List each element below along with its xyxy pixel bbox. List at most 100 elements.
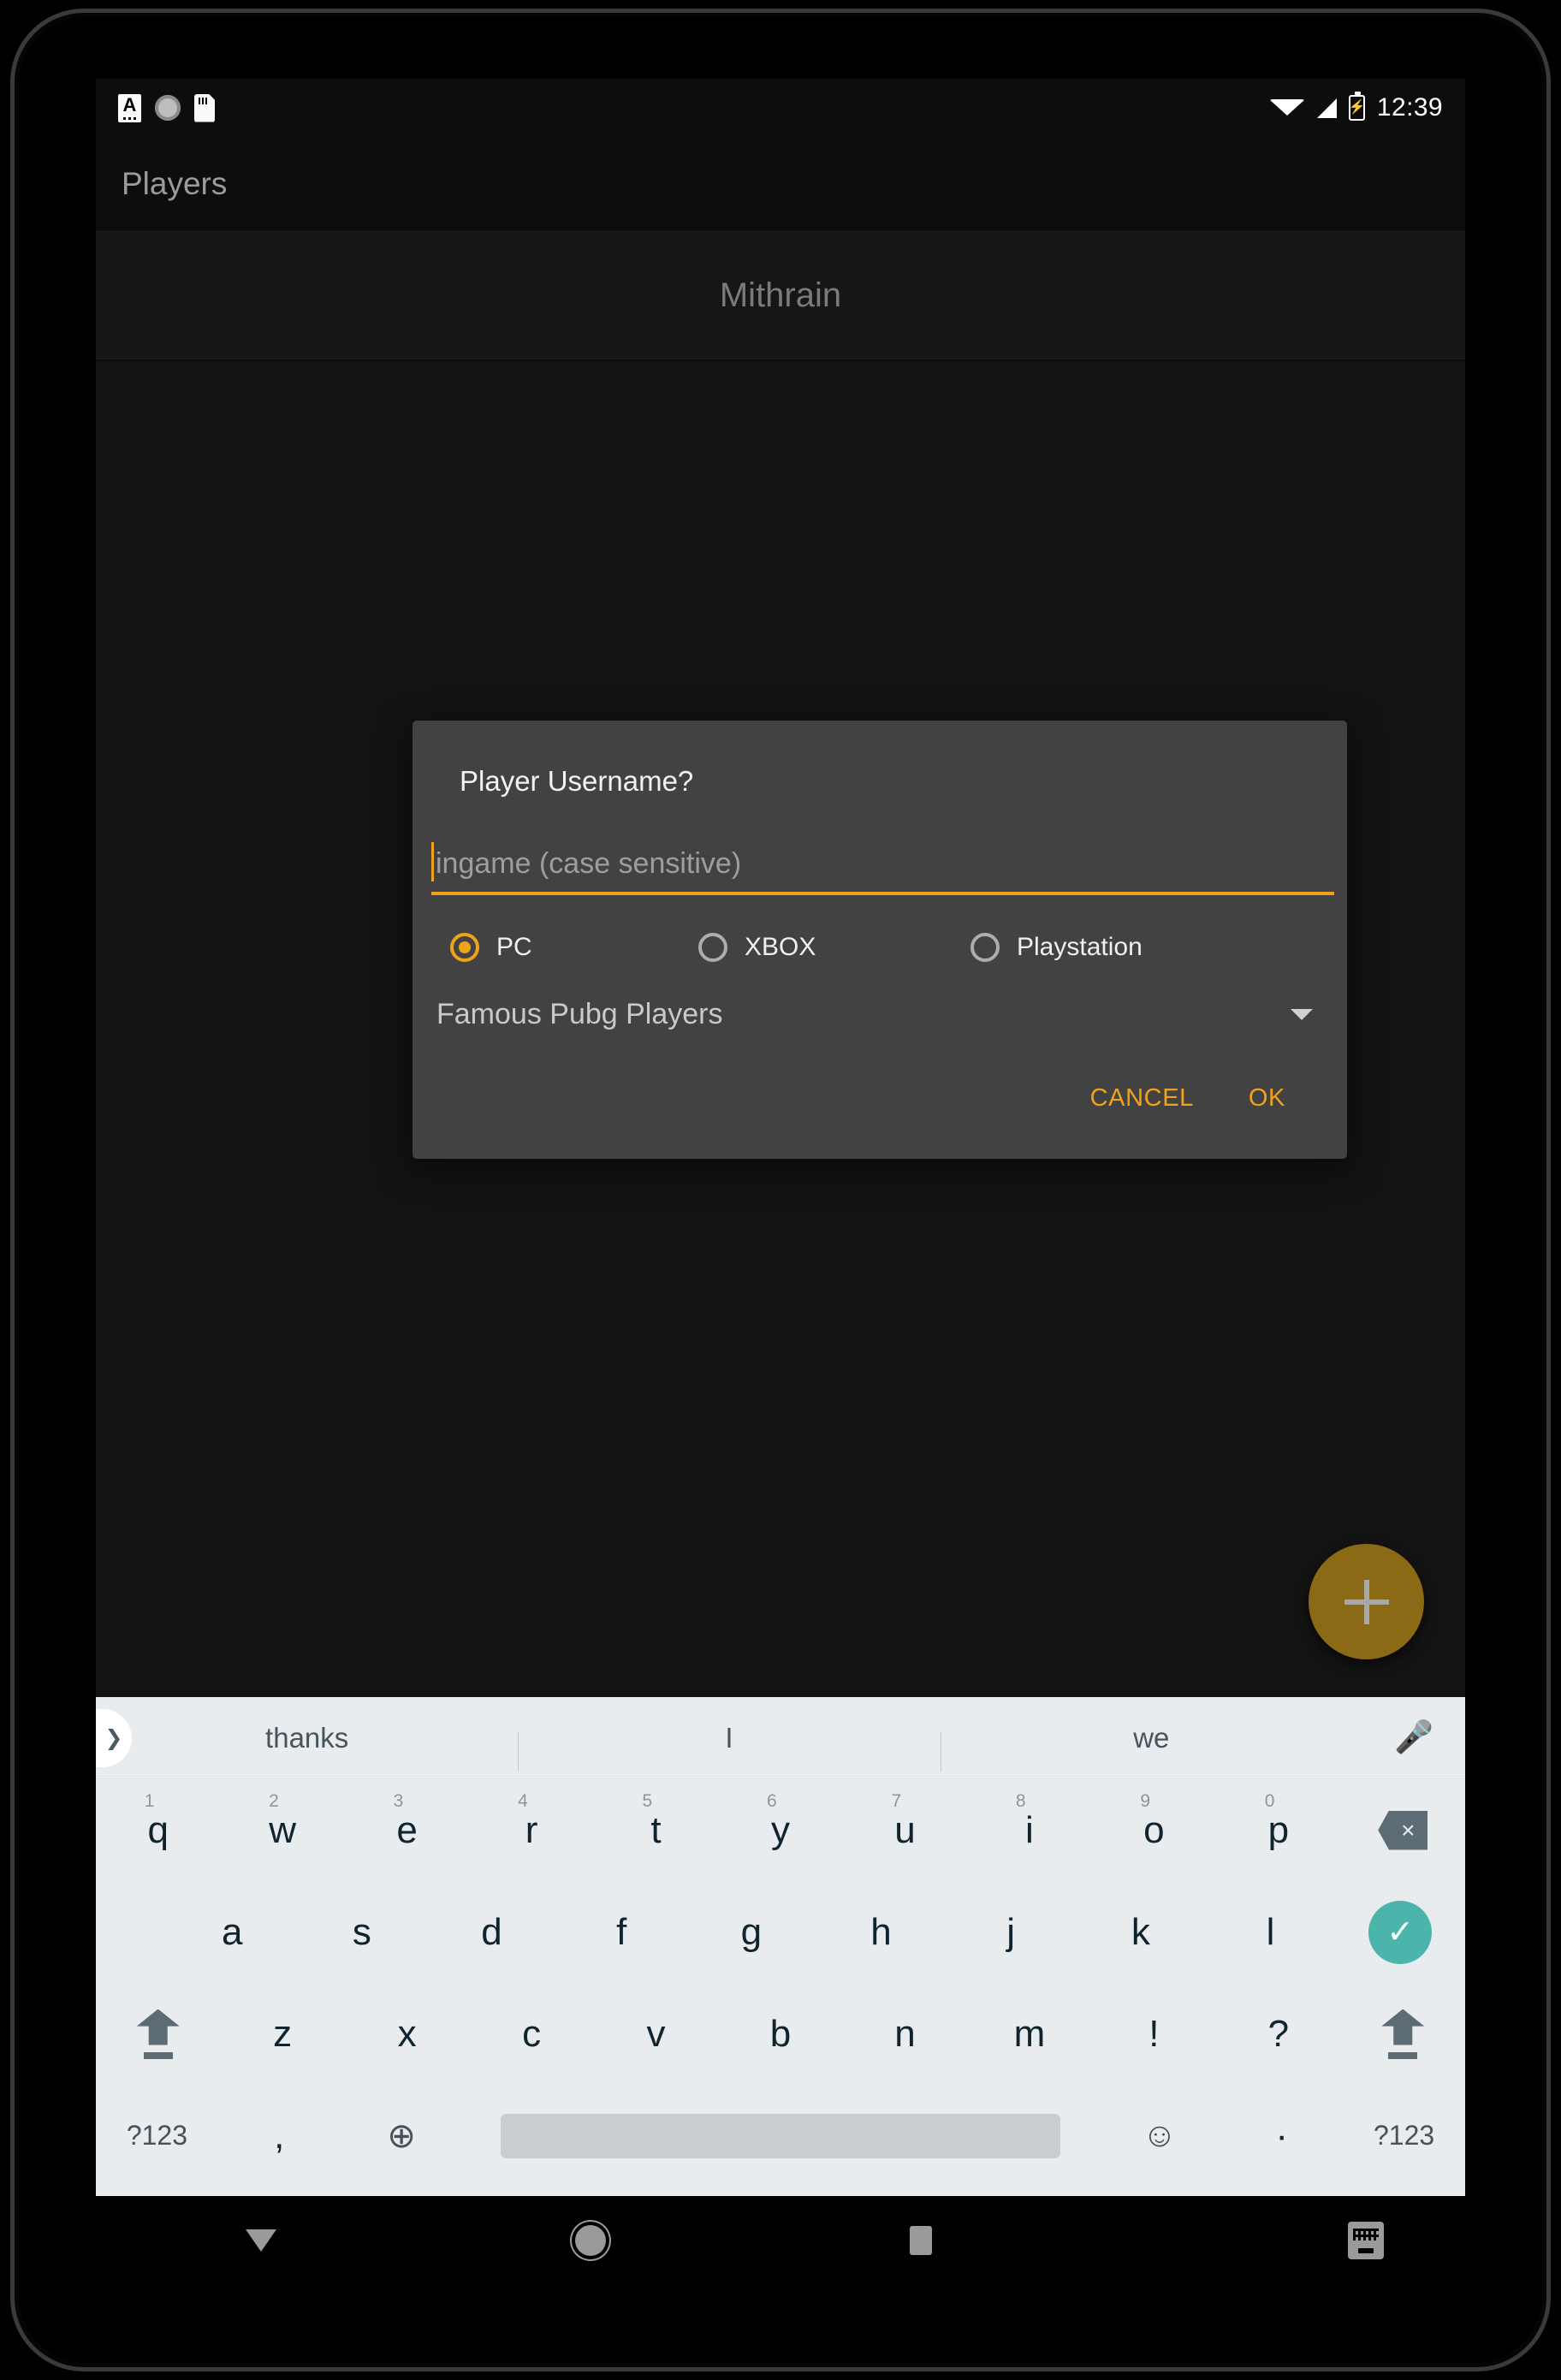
status-bar: A ⚡ 12:39 bbox=[96, 79, 1465, 137]
key-l[interactable]: l bbox=[1206, 1881, 1336, 1983]
platform-radio-group: PC XBOX Playstation bbox=[413, 895, 1347, 962]
home-icon bbox=[575, 2225, 607, 2256]
key-w[interactable]: 2w bbox=[220, 1779, 344, 1881]
username-input[interactable]: ingame (case sensitive) bbox=[431, 842, 1334, 895]
key-hint: 4 bbox=[518, 1791, 528, 1811]
key-hint: 0 bbox=[1264, 1791, 1275, 1811]
app-bar: Players bbox=[96, 137, 1465, 231]
key-label: w bbox=[269, 1808, 297, 1851]
nav-recents-button[interactable] bbox=[756, 2226, 1086, 2255]
back-icon bbox=[245, 2229, 276, 2252]
key-r[interactable]: 4r bbox=[469, 1779, 593, 1881]
battery-charging-icon: ⚡ bbox=[1348, 92, 1365, 121]
tab-bar: Mithrain bbox=[96, 231, 1465, 359]
keyboard-row-1: 1q 2w 3e 4r 5t 6y 7u 8i 9o 0p × bbox=[96, 1779, 1465, 1881]
key-s[interactable]: s bbox=[297, 1881, 427, 1983]
key-h[interactable]: h bbox=[816, 1881, 947, 1983]
radio-playstation[interactable]: Playstation bbox=[970, 933, 1143, 962]
status-bar-right-icons: ⚡ 12:39 bbox=[1268, 92, 1443, 122]
suggestion-3[interactable]: we bbox=[940, 1722, 1362, 1772]
sd-card-icon bbox=[194, 93, 215, 122]
key-z[interactable]: z bbox=[220, 1983, 344, 2085]
checkmark-icon: ✓ bbox=[1368, 1900, 1433, 1964]
famous-players-spinner[interactable]: Famous Pubg Players bbox=[413, 962, 1347, 1031]
key-b[interactable]: b bbox=[718, 1983, 842, 2085]
key-label: i bbox=[1025, 1808, 1034, 1851]
key-v[interactable]: v bbox=[594, 1983, 718, 2085]
key-hint: 2 bbox=[269, 1791, 279, 1811]
dialog-title: Player Username? bbox=[460, 765, 694, 797]
key-p[interactable]: 0p bbox=[1216, 1779, 1340, 1881]
key-label: o bbox=[1143, 1808, 1165, 1851]
emoji-key[interactable]: ☺ bbox=[1098, 2085, 1220, 2187]
suggestion-2[interactable]: I bbox=[518, 1722, 940, 1772]
key-hint: 6 bbox=[766, 1791, 777, 1811]
key-comma[interactable]: , bbox=[218, 2085, 341, 2187]
key-k[interactable]: k bbox=[1076, 1881, 1206, 1983]
keyboard-row-3: z x c v b n m ! ? bbox=[96, 1983, 1465, 2085]
key-j[interactable]: j bbox=[946, 1881, 1076, 1983]
key-d[interactable]: d bbox=[427, 1881, 557, 1983]
spacebar bbox=[501, 2113, 1060, 2158]
recents-icon bbox=[909, 2226, 932, 2255]
radio-playstation-label: Playstation bbox=[1017, 933, 1143, 961]
letter-a-icon: A bbox=[118, 93, 141, 122]
sync-circle-icon bbox=[155, 95, 181, 121]
key-hint: 8 bbox=[1015, 1791, 1026, 1811]
shift-icon bbox=[136, 2009, 180, 2059]
chevron-down-icon bbox=[1291, 1009, 1313, 1020]
key-e[interactable]: 3e bbox=[345, 1779, 469, 1881]
backspace-key[interactable]: × bbox=[1341, 1779, 1465, 1881]
key-hint: 7 bbox=[891, 1791, 902, 1811]
key-a[interactable]: a bbox=[167, 1881, 297, 1983]
username-field-wrapper: ingame (case sensitive) bbox=[431, 842, 1334, 895]
key-o[interactable]: 9o bbox=[1092, 1779, 1216, 1881]
key-q[interactable]: 1q bbox=[96, 1779, 220, 1881]
key-f[interactable]: f bbox=[556, 1881, 686, 1983]
key-x[interactable]: x bbox=[345, 1983, 469, 2085]
shift-key-right[interactable] bbox=[1341, 1983, 1465, 2085]
navigation-bar bbox=[96, 2196, 1465, 2285]
row2-spacer bbox=[96, 1881, 167, 1983]
key-exclamation[interactable]: ! bbox=[1092, 1983, 1216, 2085]
keyboard-switch-icon bbox=[1348, 2222, 1385, 2259]
microphone-icon[interactable]: 🎤 bbox=[1362, 1719, 1465, 1756]
key-t[interactable]: 5t bbox=[594, 1779, 718, 1881]
radio-pc[interactable]: PC bbox=[450, 933, 698, 962]
key-g[interactable]: g bbox=[686, 1881, 816, 1983]
key-c[interactable]: c bbox=[469, 1983, 593, 2085]
nav-keyboard-switch-button[interactable] bbox=[1267, 2222, 1465, 2259]
space-key[interactable] bbox=[463, 2085, 1099, 2187]
cancel-button[interactable]: CANCEL bbox=[1078, 1076, 1206, 1121]
enter-key[interactable]: ✓ bbox=[1335, 1881, 1465, 1983]
ok-button[interactable]: OK bbox=[1237, 1076, 1297, 1121]
keyboard-row-2: a s d f g h j k l ✓ bbox=[96, 1881, 1465, 1983]
key-label: p bbox=[1267, 1808, 1290, 1851]
nav-back-button[interactable] bbox=[96, 2229, 426, 2252]
key-question[interactable]: ? bbox=[1216, 1983, 1340, 2085]
plus-icon bbox=[1344, 1579, 1389, 1624]
key-m[interactable]: m bbox=[967, 1983, 1091, 2085]
radio-selected-icon bbox=[450, 933, 479, 962]
status-bar-left-icons: A bbox=[118, 93, 215, 122]
radio-xbox[interactable]: XBOX bbox=[698, 933, 970, 962]
suggestion-1[interactable]: thanks bbox=[96, 1722, 518, 1754]
symbols-key-right[interactable]: ?123 bbox=[1343, 2085, 1465, 2187]
shift-key-left[interactable] bbox=[96, 1983, 220, 2085]
key-u[interactable]: 7u bbox=[843, 1779, 967, 1881]
wifi-icon bbox=[1268, 98, 1305, 116]
key-label: e bbox=[396, 1808, 418, 1851]
add-player-fab[interactable] bbox=[1309, 1544, 1424, 1659]
key-label: u bbox=[894, 1808, 916, 1851]
key-period[interactable]: · bbox=[1220, 2085, 1343, 2187]
nav-home-button[interactable] bbox=[426, 2225, 757, 2256]
key-label: y bbox=[770, 1808, 790, 1851]
key-i[interactable]: 8i bbox=[967, 1779, 1091, 1881]
device-screen: A ⚡ 12:39 Players Mithrain Player Userna… bbox=[96, 79, 1465, 2196]
language-globe-key[interactable]: ⊕ bbox=[341, 2085, 463, 2187]
key-n[interactable]: n bbox=[843, 1983, 967, 2085]
tab-mithrain[interactable]: Mithrain bbox=[720, 276, 841, 315]
symbols-key-left[interactable]: ?123 bbox=[96, 2085, 218, 2187]
key-y[interactable]: 6y bbox=[718, 1779, 842, 1881]
page-title: Players bbox=[122, 166, 228, 201]
